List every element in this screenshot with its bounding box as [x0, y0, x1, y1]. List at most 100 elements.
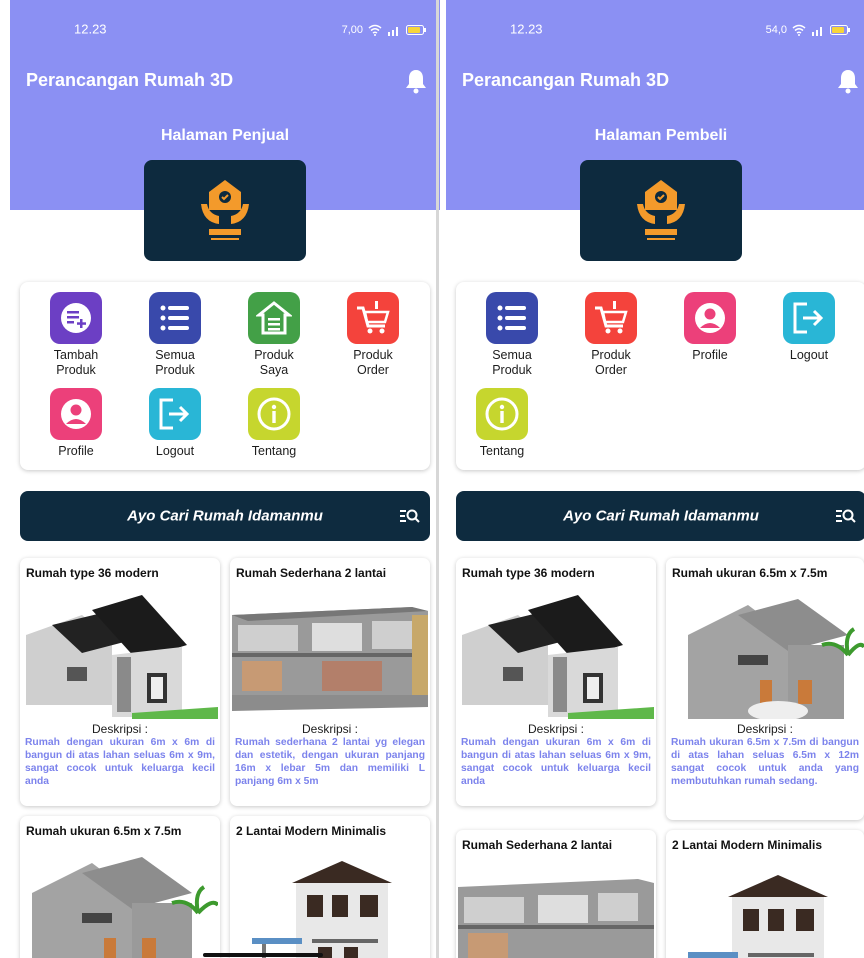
buyer-screen: 12.23 54,0 Perancangan Rumah 3D Halaman …: [446, 0, 864, 958]
menu-semua-produk[interactable]: Semua Produk: [129, 292, 221, 378]
info-icon: [476, 388, 528, 440]
brand-logo: [144, 160, 306, 261]
status-bar: 12.23 7,00: [10, 0, 440, 38]
search-filter-icon[interactable]: [836, 508, 856, 524]
house-render-image: [688, 599, 864, 719]
menu-label: Profile: [58, 444, 94, 458]
product-card[interactable]: Rumah type 36 modern Deskripsi : Rumah d…: [20, 558, 220, 806]
house-render-image: [232, 607, 428, 711]
product-card[interactable]: Rumah type 36 modern Deskripsi : Rumah d…: [456, 558, 656, 806]
card-desc-label: Deskripsi :: [301, 722, 358, 736]
house-render-image: [688, 875, 828, 958]
menu-label: Semua Produk: [155, 348, 195, 377]
home-logo-icon: [637, 180, 685, 240]
card-title: Rumah Sederhana 2 lantai: [236, 566, 387, 580]
menu-label: Produk Order: [591, 348, 631, 377]
card-title: Rumah type 36 modern: [26, 566, 159, 580]
card-title: Rumah Sederhana 2 lantai: [462, 838, 613, 852]
product-card[interactable]: 2 Lantai Modern Minimalis: [666, 830, 864, 958]
add-product-icon: [50, 292, 102, 344]
product-card[interactable]: Rumah ukuran 6.5m x 7.5m Deskripsi : Rum…: [666, 558, 864, 820]
info-icon: [248, 388, 300, 440]
page-title: Halaman Penjual: [160, 127, 290, 144]
menu-label: Tentang: [251, 444, 297, 458]
house-render-image: [458, 879, 654, 958]
wifi-icon: [368, 24, 382, 36]
menu-label: Tambah Produk: [53, 348, 99, 377]
card-title: Rumah ukuran 6.5m x 7.5m: [672, 566, 828, 580]
cart-icon: [585, 292, 637, 344]
menu-produk-saya[interactable]: Produk Saya: [228, 292, 320, 378]
menu-semua-produk[interactable]: Semua Produk: [466, 292, 558, 378]
menu-produk-order[interactable]: Produk Order: [565, 292, 657, 378]
product-card[interactable]: 2 Lantai Modern Minimalis: [230, 816, 430, 958]
seller-screen: 12.23 7,00 Perancangan Rumah 3D Halaman …: [10, 0, 440, 958]
screen-divider: [436, 0, 439, 958]
search-banner[interactable]: Ayo Cari Rumah Idamanmu: [20, 491, 430, 541]
card-desc-label: Deskripsi :: [527, 722, 584, 736]
card-desc-label: Deskripsi :: [91, 722, 148, 736]
profile-icon: [684, 292, 736, 344]
search-label: Ayo Cari Rumah Idamanmu: [563, 507, 759, 525]
profile-icon: [50, 388, 102, 440]
logout-icon: [783, 292, 835, 344]
card-description: Rumah ukuran 6.5m x 7.5m di bangun di at…: [671, 737, 859, 787]
menu-label: Produk Saya: [254, 348, 294, 377]
menu-logout[interactable]: Logout: [763, 292, 855, 363]
notification-bell-icon[interactable]: [836, 68, 860, 94]
card-title: 2 Lantai Modern Minimalis: [672, 838, 823, 852]
menu-produk-order[interactable]: Produk Order: [327, 292, 419, 378]
page-title: Halaman Pembeli: [594, 127, 728, 144]
search-banner[interactable]: Ayo Cari Rumah Idamanmu: [456, 491, 864, 541]
battery-icon: [406, 25, 426, 35]
status-icons: 7,00: [342, 24, 426, 36]
product-card[interactable]: Rumah Sederhana 2 lantai Deskripsi : Rum…: [230, 558, 430, 806]
menu-label: Tentang: [479, 444, 525, 458]
card-description: Rumah dengan ukuran 6m x 6m di bangun di…: [25, 737, 215, 787]
status-icons: 54,0: [766, 24, 850, 36]
list-icon: [486, 292, 538, 344]
status-time: 12.23: [510, 21, 543, 37]
menu-grid: Semua Produk Produk Order Profile Logout…: [456, 282, 864, 470]
wifi-icon: [792, 24, 806, 36]
card-desc-label: Deskripsi :: [736, 722, 793, 736]
card-title: 2 Lantai Modern Minimalis: [236, 824, 387, 838]
signal-icon: [388, 26, 398, 36]
data-speed: 7,00: [341, 24, 363, 36]
menu-tentang[interactable]: Tentang: [228, 388, 320, 459]
card-title: Rumah type 36 modern: [462, 566, 595, 580]
menu-tambah-produk[interactable]: Tambah Produk: [30, 292, 122, 378]
home-logo-icon: [201, 180, 249, 240]
brand-logo: [580, 160, 742, 261]
menu-label: Logout: [789, 348, 829, 362]
card-description: Rumah sederhana 2 lantai yg elegan dan e…: [235, 737, 425, 787]
menu-logout[interactable]: Logout: [129, 388, 221, 459]
menu-profile[interactable]: Profile: [30, 388, 122, 459]
menu-label: Profile: [692, 348, 728, 362]
house-render-image: [462, 595, 654, 719]
house-render-image: [32, 857, 218, 958]
battery-icon: [830, 25, 850, 35]
menu-tentang[interactable]: Tentang: [456, 388, 548, 459]
status-bar: 12.23 54,0: [446, 0, 864, 38]
house-icon: [248, 292, 300, 344]
card-title: Rumah ukuran 6.5m x 7.5m: [26, 824, 182, 838]
product-card[interactable]: Rumah ukuran 6.5m x 7.5m: [20, 816, 220, 958]
product-card[interactable]: Rumah Sederhana 2 lantai: [456, 830, 656, 958]
list-icon: [149, 292, 201, 344]
cart-icon: [347, 292, 399, 344]
notification-bell-icon[interactable]: [404, 68, 428, 94]
app-title: Perancangan Rumah 3D: [26, 70, 234, 90]
home-indicator: [203, 953, 323, 957]
data-speed: 54,0: [765, 24, 787, 36]
house-render-image: [252, 861, 392, 958]
signal-icon: [812, 26, 822, 36]
menu-grid: Tambah Produk Semua Produk Produk Saya P…: [20, 282, 430, 470]
search-label: Ayo Cari Rumah Idamanmu: [127, 507, 323, 525]
menu-profile[interactable]: Profile: [664, 292, 756, 363]
card-description: Rumah dengan ukuran 6m x 6m di bangun di…: [461, 737, 651, 787]
house-render-image: [26, 595, 218, 719]
search-filter-icon[interactable]: [400, 508, 420, 524]
menu-label: Logout: [155, 444, 195, 458]
menu-label: Produk Order: [353, 348, 393, 377]
